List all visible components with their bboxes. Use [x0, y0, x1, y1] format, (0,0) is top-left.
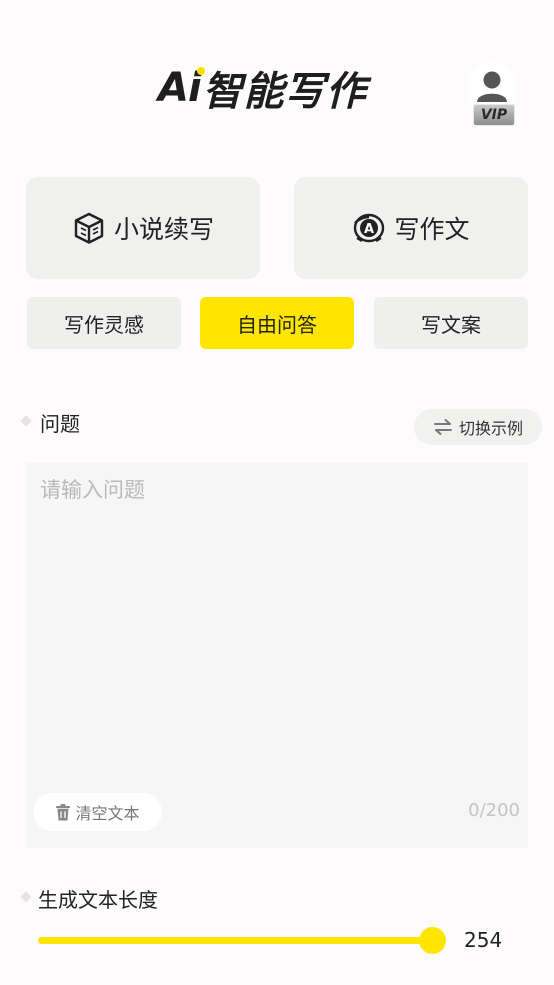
- tab-copywriting[interactable]: 写文案: [374, 297, 528, 349]
- tab-label: 写文案: [421, 312, 481, 337]
- swap-arrows-icon: [433, 419, 452, 435]
- question-label: 问题: [40, 412, 80, 436]
- app-title: Ai 智能写作: [158, 58, 398, 118]
- clear-text-label: 清空文本: [75, 804, 140, 823]
- length-slider-track[interactable]: [38, 937, 430, 944]
- clear-text-button[interactable]: 清空文本: [33, 793, 162, 831]
- length-value: 254: [464, 928, 503, 952]
- vip-badge: VIP: [473, 104, 515, 126]
- mode-card-essay[interactable]: A 写作文: [294, 177, 528, 279]
- switch-example-button[interactable]: 切换示例: [414, 409, 542, 445]
- tab-label: 写作灵感: [64, 312, 144, 337]
- user-avatar-button[interactable]: VIP: [466, 62, 518, 126]
- svg-text:A: A: [364, 222, 374, 237]
- mode-card-novel[interactable]: 小说续写: [26, 177, 260, 279]
- app-title-text: 智能写作: [202, 69, 367, 115]
- a-ring-icon: A: [352, 211, 386, 245]
- mode-card-label: 写作文: [394, 215, 470, 244]
- length-slider-thumb[interactable]: [419, 927, 446, 954]
- switch-example-label: 切换示例: [458, 419, 523, 438]
- section-dot-icon: [20, 891, 32, 903]
- trash-icon: [56, 803, 71, 820]
- cube-book-icon: [72, 211, 106, 245]
- mode-card-label: 小说续写: [113, 215, 214, 244]
- question-input[interactable]: [26, 463, 528, 848]
- tab-writing-inspiration[interactable]: 写作灵感: [27, 297, 181, 349]
- ai-dot: [197, 67, 205, 75]
- app-title-ai: Ai: [158, 65, 202, 111]
- char-counter: 0/200: [468, 800, 520, 821]
- section-dot-icon: [20, 415, 32, 427]
- length-label: 生成文本长度: [38, 888, 158, 912]
- tab-label: 自由问答: [237, 312, 317, 337]
- question-placeholder: 请输入问题: [40, 478, 145, 502]
- tab-free-qa[interactable]: 自由问答: [200, 297, 354, 349]
